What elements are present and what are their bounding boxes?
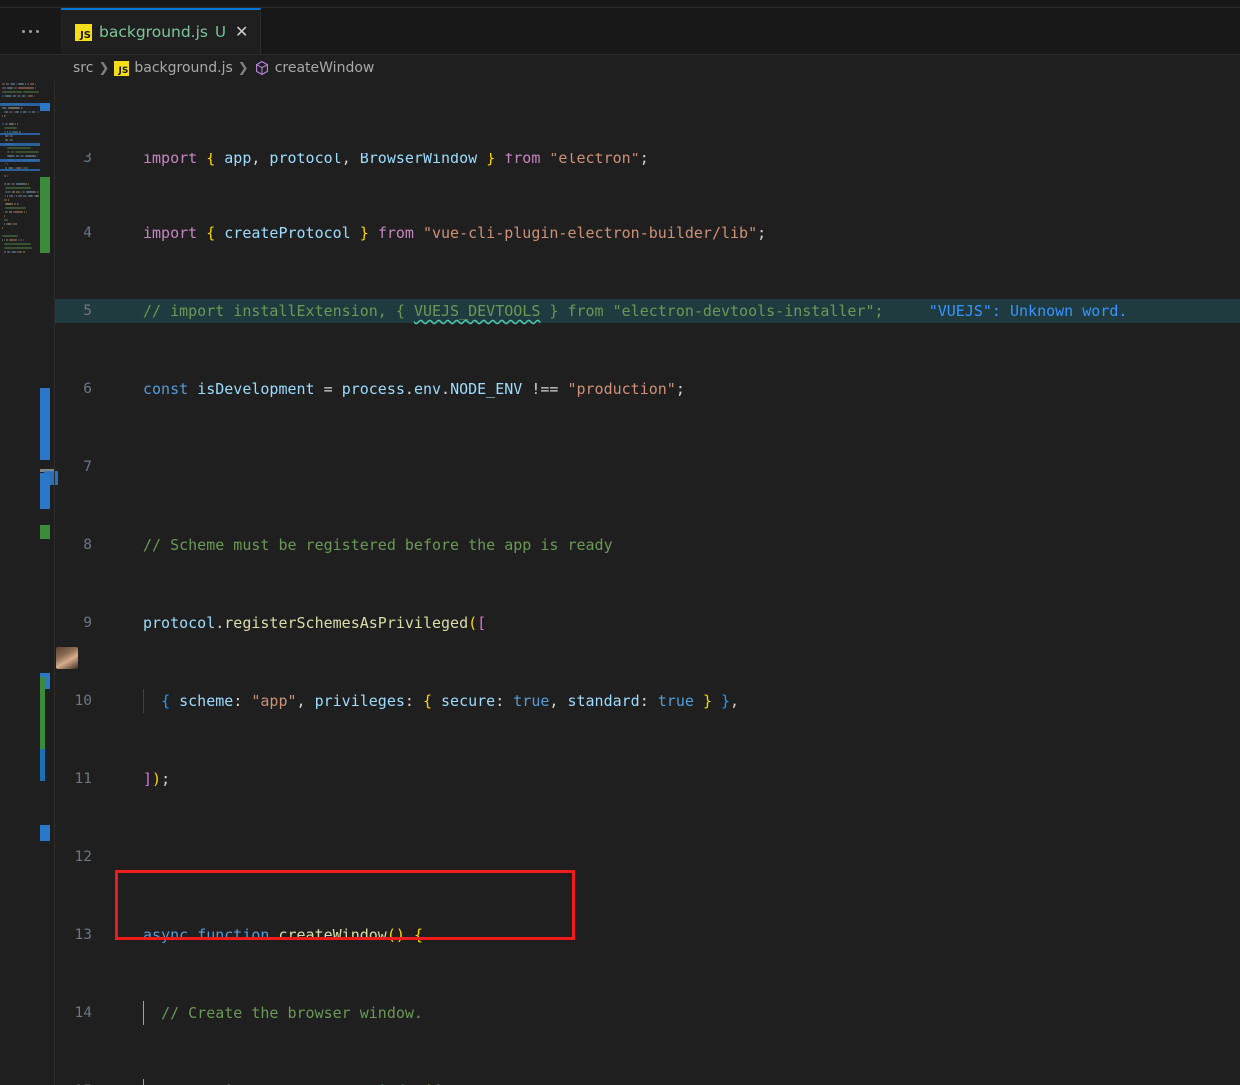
code-editor[interactable]: 3 import { app, protocol, BrowserWindow … — [0, 81, 1240, 1085]
line-number: 13 — [74, 927, 92, 943]
code-line[interactable]: 6 const isDevelopment = process.env.NODE… — [55, 377, 1240, 401]
symbol-cube-icon — [255, 60, 268, 76]
line-text — [110, 455, 143, 479]
line-text: const win = new BrowserWindow({ — [110, 1079, 441, 1085]
line-number: 3 — [83, 153, 92, 166]
code-line[interactable]: 12 — [55, 845, 1240, 869]
line-text: protocol.registerSchemesAsPrivileged([ — [143, 614, 487, 632]
git-change-bar — [40, 677, 45, 749]
js-file-icon: JS — [75, 23, 92, 41]
line-text: const isDevelopment = process.env.NODE_E… — [143, 380, 685, 398]
chevron-right-icon: ❯ — [237, 60, 249, 76]
line-number: 15 — [55, 1079, 110, 1085]
ruler-mark — [40, 388, 50, 460]
line-text: { scheme: "app", privileges: { secure: t… — [110, 689, 739, 713]
breadcrumb-item-symbol[interactable]: createWindow — [254, 60, 375, 76]
minimap[interactable] — [0, 81, 40, 1085]
breadcrumb: src ❯ JS background.js ❯ createWindow — [0, 55, 1240, 81]
line-text: // import installExtension, { VUEJS_DEVT… — [143, 302, 1128, 320]
code-line[interactable]: 14 // Create the browser window. — [55, 1001, 1240, 1025]
js-file-icon: JS — [114, 60, 130, 76]
code-line[interactable]: 9 protocol.registerSchemesAsPrivileged([ — [55, 611, 1240, 635]
ruler-mark — [40, 103, 50, 111]
breadcrumb-item-file[interactable]: JS background.js — [114, 60, 233, 76]
line-number: 5 — [83, 303, 92, 319]
inline-diagnostic-hint: "VUEJS": Unknown word. — [928, 302, 1128, 320]
line-text: ]); — [143, 770, 171, 788]
ruler-mark — [40, 177, 50, 253]
line-number: 14 — [74, 1005, 92, 1021]
breadcrumb-item-src[interactable]: src — [73, 60, 93, 76]
code-line[interactable]: 15 const win = new BrowserWindow({ — [55, 1079, 1240, 1085]
line-number: 7 — [83, 459, 92, 475]
line-number: 9 — [83, 615, 92, 631]
line-number: 10 — [74, 693, 92, 709]
line-number: 8 — [83, 537, 92, 553]
line-number: 12 — [74, 849, 92, 865]
line-number: 6 — [83, 381, 92, 397]
code-line[interactable]: 13 async function createWindow() { — [55, 923, 1240, 947]
code-line[interactable]: 8 // Scheme must be registered before th… — [55, 533, 1240, 557]
line-text: async function createWindow() { — [143, 926, 423, 944]
code-line[interactable]: 10 { scheme: "app", privileges: { secure… — [55, 689, 1240, 713]
tab-label: background.js — [99, 23, 208, 41]
code-line[interactable]: 5 // import installExtension, { VUEJS_DE… — [55, 299, 1240, 323]
line-text: // Scheme must be registered before the … — [143, 536, 613, 554]
git-change-bar — [40, 749, 45, 781]
tab-bar-left-slot — [0, 8, 61, 54]
line-text — [110, 845, 143, 869]
ruler-mark — [40, 525, 50, 539]
tab-background-js[interactable]: JS background.js U ✕ — [61, 8, 262, 54]
breadcrumb-label-symbol: createWindow — [274, 60, 375, 76]
tab-bar-empty-space — [261, 8, 1240, 54]
line-text: import { createProtocol } from "vue-cli-… — [143, 224, 767, 242]
code-line[interactable]: 7 — [55, 455, 1240, 479]
code-line[interactable]: 11 ]); — [55, 767, 1240, 791]
more-actions-icon[interactable] — [14, 24, 47, 39]
editor-tab-bar: JS background.js U ✕ — [0, 8, 1240, 55]
line-text: // Create the browser window. — [110, 1001, 423, 1025]
code-line[interactable]: 3 import { app, protocol, BrowserWindow … — [55, 153, 1240, 167]
breadcrumb-label-src: src — [73, 60, 94, 76]
close-icon[interactable]: ✕ — [235, 24, 248, 40]
code-content[interactable]: 3 import { app, protocol, BrowserWindow … — [55, 81, 1240, 1085]
tab-untracked-badge: U — [214, 23, 226, 41]
breadcrumb-label-file: background.js — [134, 60, 233, 76]
window-top-strip — [0, 0, 1240, 8]
code-line[interactable]: 4 import { createProtocol } from "vue-cl… — [55, 221, 1240, 245]
line-number: 4 — [83, 225, 92, 241]
ruler-mark — [40, 825, 50, 841]
chevron-right-icon: ❯ — [98, 60, 110, 76]
line-text: import { app, protocol, BrowserWindow } … — [143, 153, 649, 167]
line-number: 11 — [74, 771, 92, 787]
overview-ruler[interactable] — [40, 81, 58, 1085]
